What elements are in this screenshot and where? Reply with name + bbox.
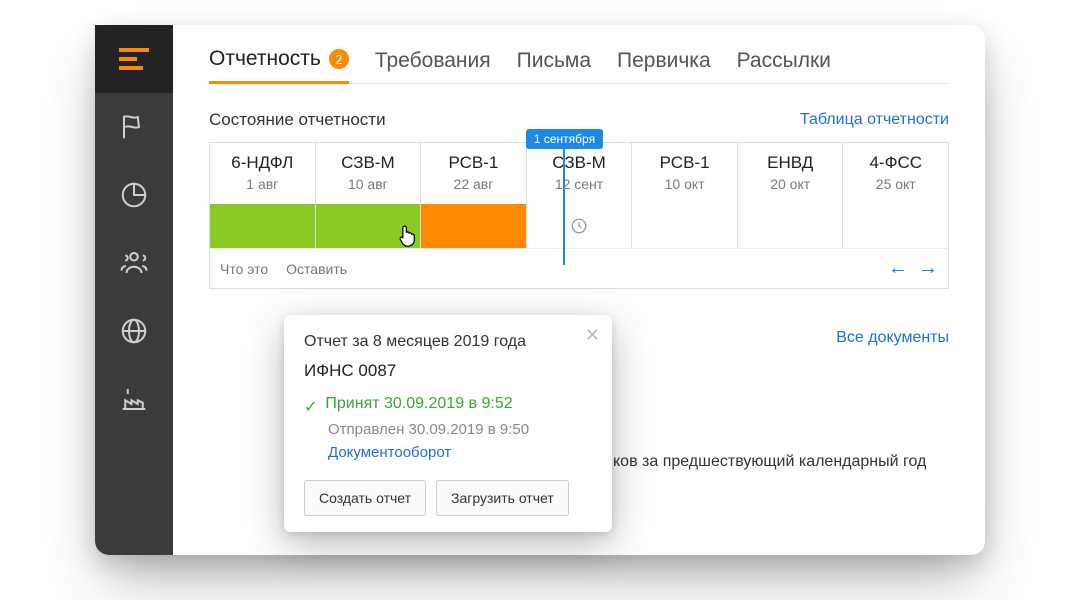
popup-org: ИФНС 0087 [304, 361, 592, 381]
popup-title: Отчет за 8 месяцев 2019 года [304, 333, 592, 351]
section-title: Состояние отчетности [209, 110, 386, 130]
status-done[interactable] [316, 204, 421, 248]
tab-badge: 2 [329, 49, 349, 69]
people-icon [119, 248, 149, 278]
timeline-cell[interactable]: СЗВ-М10 авг [315, 143, 421, 204]
create-report-button[interactable]: Создать отчет [304, 480, 426, 516]
sidebar-item-flag[interactable] [95, 93, 173, 161]
tab-label: Письма [517, 49, 591, 73]
tab-label: Отчетность [209, 47, 321, 71]
sidebar [95, 25, 173, 555]
docflow-link[interactable]: Документооборот [328, 444, 451, 461]
tab-label: Рассылки [737, 49, 831, 73]
sidebar-item-chart[interactable] [95, 161, 173, 229]
status-accepted: Принят 30.09.2019 в 9:52 [325, 395, 512, 413]
status-empty[interactable] [843, 204, 948, 248]
tab-letters[interactable]: Письма [517, 49, 591, 83]
tab-requirements[interactable]: Требования [375, 49, 491, 83]
reports-table-link[interactable]: Таблица отчетности [800, 111, 949, 129]
tab-mailings[interactable]: Рассылки [737, 49, 831, 83]
timeline-cell[interactable]: 6-НДФЛ1 авг [210, 143, 315, 204]
timeline-cell[interactable]: РСВ-122 авг [420, 143, 526, 204]
what-is-this-link[interactable]: Что это [220, 261, 268, 277]
tab-label: Требования [375, 49, 491, 73]
status-sent: Отправлен 30.09.2019 в 9:50 [328, 421, 592, 438]
timeline-cell[interactable]: ЕНВД20 окт [737, 143, 843, 204]
reporting-timeline: 1 сентября 6-НДФЛ1 авг СЗВ-М10 авг РСВ-1… [209, 142, 949, 289]
sidebar-logo[interactable] [95, 25, 173, 93]
flag-icon [119, 112, 149, 142]
sidebar-item-factory[interactable] [95, 365, 173, 433]
keep-link[interactable]: Оставить [286, 261, 347, 277]
logo-icon [119, 48, 149, 70]
timeline-cell[interactable]: 4-ФСС25 окт [842, 143, 948, 204]
sidebar-item-globe[interactable] [95, 297, 173, 365]
upload-report-button[interactable]: Загрузить отчет [436, 480, 569, 516]
pie-chart-icon [119, 180, 149, 210]
timeline-next[interactable]: → [918, 257, 938, 280]
globe-icon [119, 316, 149, 346]
sidebar-item-people[interactable] [95, 229, 173, 297]
status-pending[interactable] [527, 204, 632, 248]
all-documents-link[interactable]: Все документы [836, 323, 949, 353]
timeline-cell[interactable]: РСВ-110 окт [631, 143, 737, 204]
close-icon[interactable]: ✕ [585, 325, 600, 346]
top-tabs: Отчетность 2 Требования Письма Первичка … [209, 47, 949, 84]
check-icon: ✓ [304, 397, 317, 417]
timeline-prev[interactable]: ← [888, 257, 908, 280]
tab-primary[interactable]: Первичка [617, 49, 711, 83]
factory-icon [119, 384, 149, 414]
timeline-cell[interactable]: СЗВ-М12 сент [526, 143, 632, 204]
status-empty[interactable] [738, 204, 843, 248]
status-done[interactable] [210, 204, 315, 248]
report-popup: ✕ Отчет за 8 месяцев 2019 года ИФНС 0087… [284, 315, 612, 532]
status-warn[interactable] [421, 204, 526, 248]
status-empty[interactable] [632, 204, 737, 248]
clock-icon [570, 217, 588, 235]
tab-reports[interactable]: Отчетность 2 [209, 47, 349, 84]
tab-label: Первичка [617, 49, 711, 73]
